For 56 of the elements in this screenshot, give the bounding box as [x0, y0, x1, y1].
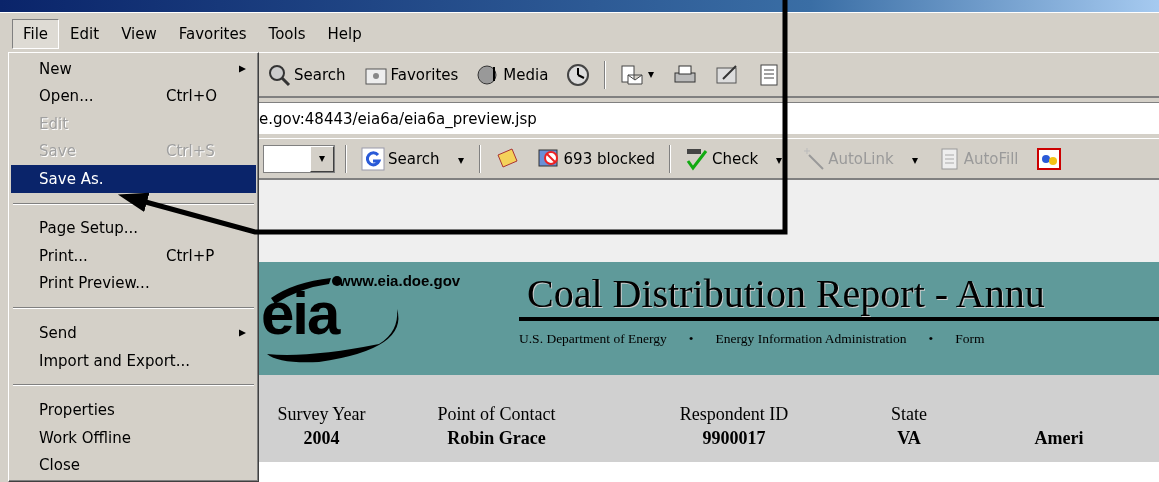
banner-subtitle: U.S. Department of Energy	[519, 331, 667, 347]
caret-icon	[647, 71, 656, 78]
menu-title[interactable]: Edit	[59, 18, 111, 49]
caret-icon	[775, 157, 784, 164]
menu-title[interactable]: File	[12, 18, 60, 49]
banner-subtitle: •	[928, 331, 934, 347]
search-icon	[267, 62, 291, 87]
field-label: Respondent ID	[679, 403, 789, 426]
wand-icon	[801, 146, 826, 171]
report-title: Coal Distribution Report - Annu	[526, 272, 1046, 316]
field-label: Survey Year	[277, 403, 366, 426]
caret-icon	[318, 155, 326, 162]
clock-icon	[566, 62, 591, 87]
spellcheck-icon	[684, 146, 709, 171]
menu-item[interactable]: Print... Ctrl+P	[11, 242, 256, 270]
menu-item[interactable]: Work Offline	[11, 423, 256, 452]
menu-title[interactable]: View	[110, 18, 168, 49]
menu-item[interactable]: Send	[11, 319, 256, 347]
banner-subtitle: Energy Information Administration	[715, 331, 907, 347]
field-value: 2004	[303, 427, 340, 450]
newspaper-icon	[494, 146, 519, 171]
mail-icon	[620, 62, 645, 87]
menu-item[interactable]: Save As.	[11, 165, 256, 193]
banner-subtitle: •	[688, 331, 694, 347]
field-label: Point of Contact	[437, 403, 556, 426]
caret-icon	[456, 157, 465, 164]
media-button[interactable]: Media	[472, 60, 553, 89]
field-label: State	[891, 403, 927, 426]
edit-icon	[715, 62, 740, 87]
menu-item[interactable]: Close	[11, 451, 256, 479]
spellcheck-button[interactable]: Check	[680, 144, 788, 173]
field-value: VA	[897, 427, 921, 450]
field-value: Robin Grace	[447, 427, 546, 450]
menu-title[interactable]: Tools	[257, 18, 317, 49]
logo-text: eia	[261, 284, 339, 344]
search-combo-field[interactable]	[263, 144, 335, 173]
menu-item[interactable]: Properties	[11, 396, 256, 424]
favorites-button[interactable]: Favorites	[359, 60, 463, 89]
menu-item[interactable]: Open... Ctrl+O	[11, 82, 256, 111]
menu-item[interactable]: Page Setup...	[11, 214, 256, 243]
caret-icon	[910, 157, 919, 164]
menu-title[interactable]: Help	[316, 18, 373, 49]
logo-url: www.eia.doe.gov	[339, 272, 461, 289]
search-button[interactable]: Search	[263, 60, 350, 89]
banner-subtitle: Form	[955, 331, 985, 347]
popup-blocker-button[interactable]: 693 blocked	[532, 144, 659, 173]
field-value: 9900017	[702, 427, 766, 450]
field-value: Ameri	[1034, 427, 1084, 450]
google-icon	[361, 146, 385, 171]
address-field[interactable]: e.gov:48443/eia6a/eia6a_preview.jsp	[259, 102, 1159, 134]
menu-title[interactable]: Favorites	[167, 18, 258, 49]
menu-item[interactable]: Print Preview...	[11, 269, 256, 298]
options-icon	[1036, 146, 1061, 171]
google-search-button[interactable]: Search	[357, 144, 469, 173]
menu-item[interactable]: New	[11, 55, 256, 83]
menu-item[interactable]: Import and Export...	[11, 346, 256, 375]
